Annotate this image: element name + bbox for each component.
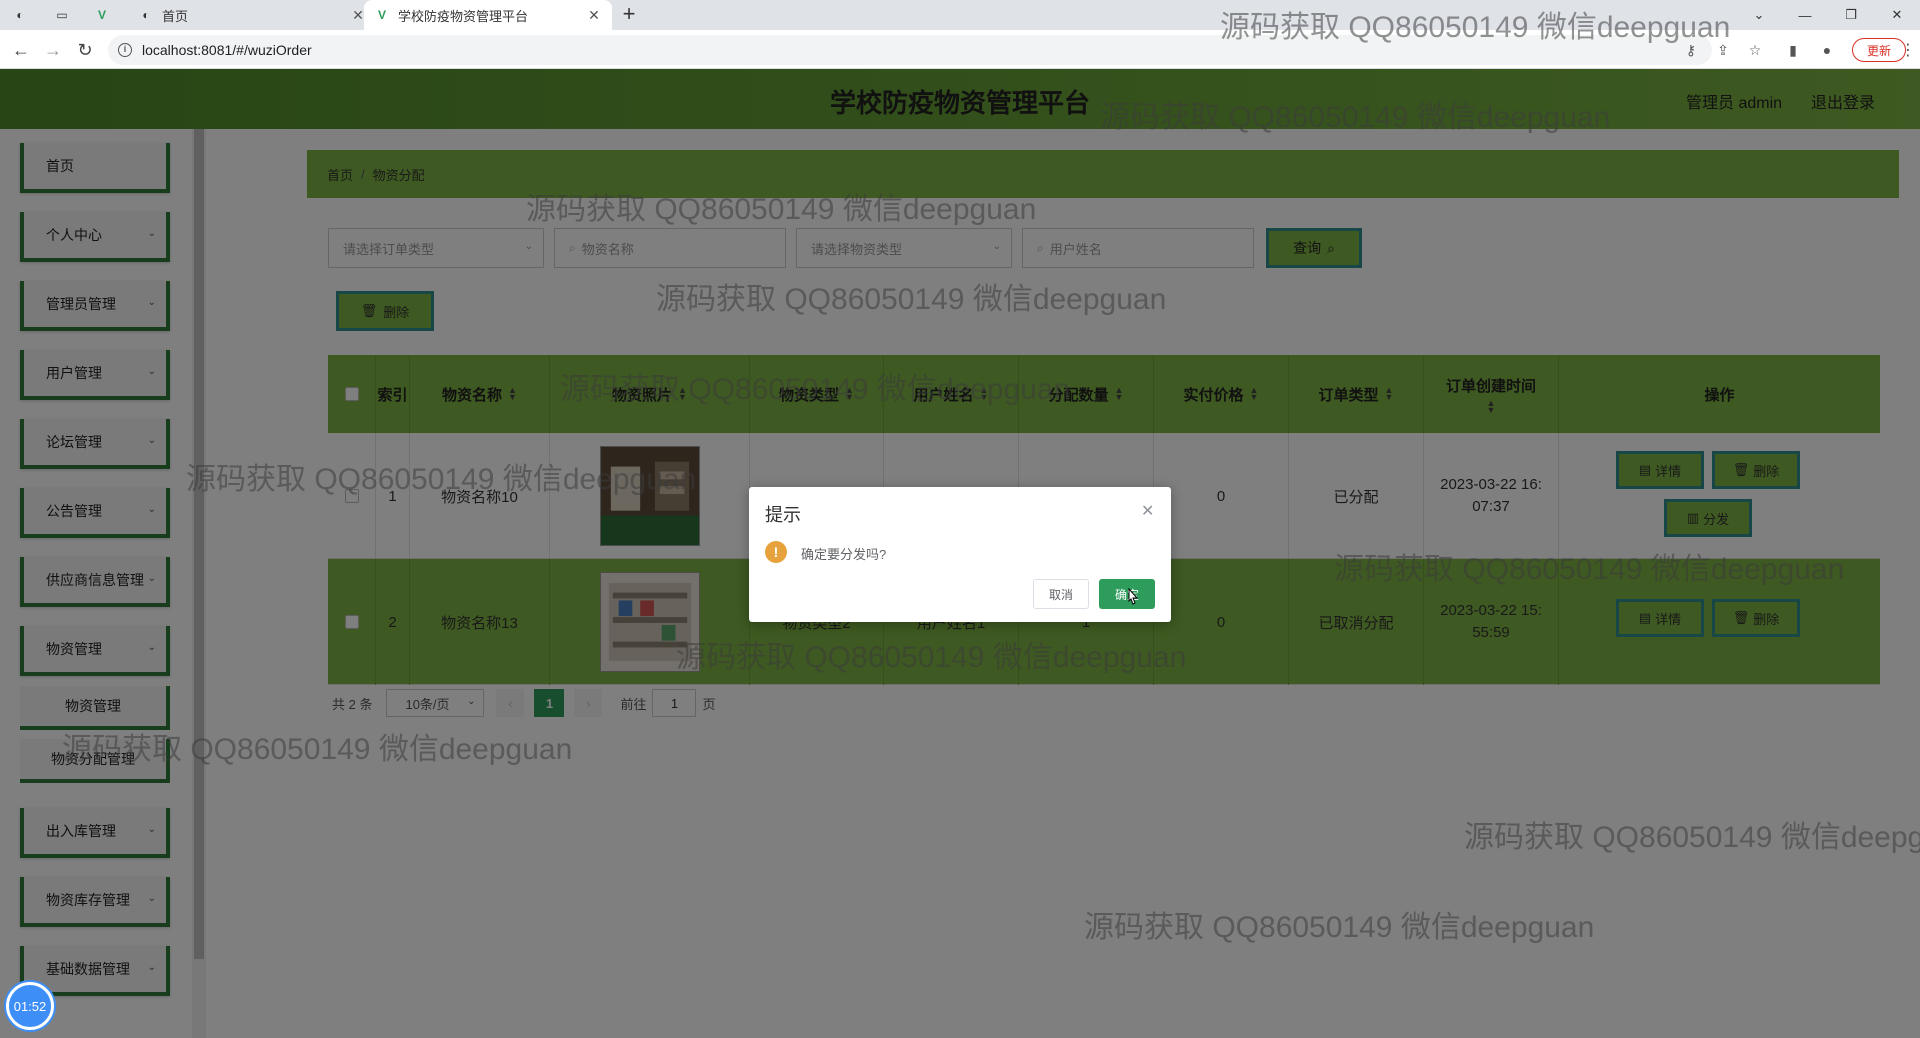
key-icon[interactable]: ⚷: [1682, 42, 1700, 59]
confirm-dialog: 提示 ✕ ! 确定要分发吗? 取消 确定: [749, 487, 1171, 622]
update-label: 更新: [1866, 43, 1891, 58]
url-field[interactable]: i localhost:8081/#/wuziOrder: [108, 35, 1712, 65]
profile-icon[interactable]: ●: [1818, 42, 1836, 58]
warning-icon: !: [765, 541, 787, 563]
tab-home[interactable]: ◐ 首页 ✕: [128, 0, 376, 30]
sidepanel-icon[interactable]: ▮: [1784, 42, 1802, 59]
pinned-tab-2[interactable]: ▭: [52, 0, 80, 30]
vue-icon: V: [97, 8, 106, 22]
tab-title: 首页: [162, 8, 189, 24]
dialog-title: 提示: [765, 505, 801, 525]
star-icon[interactable]: ☆: [1746, 42, 1764, 59]
page-icon: ▭: [56, 8, 68, 22]
info-icon[interactable]: i: [118, 43, 132, 57]
window-close-icon[interactable]: ✕: [1874, 0, 1920, 30]
recording-timer: 01:52: [6, 982, 54, 1030]
tab-title: 学校防疫物资管理平台: [398, 8, 529, 24]
forward-icon[interactable]: →: [40, 38, 66, 62]
restore-icon[interactable]: ❐: [1828, 0, 1874, 30]
update-button[interactable]: 更新: [1852, 38, 1906, 62]
url-text: localhost:8081/#/wuziOrder: [142, 42, 312, 58]
vue-icon: V: [377, 8, 386, 22]
cancel-button[interactable]: 取消: [1033, 579, 1089, 609]
minimize-icon[interactable]: —: [1782, 0, 1828, 30]
address-bar-row: ← → ↻ i localhost:8081/#/wuziOrder ⚷ ⇪ ☆…: [0, 30, 1920, 69]
close-icon[interactable]: ✕: [586, 7, 602, 24]
close-icon[interactable]: ✕: [1141, 501, 1154, 521]
menu-icon[interactable]: ⋮: [1900, 40, 1916, 60]
globe-icon: ◐: [142, 8, 150, 22]
globe-icon: ◐: [16, 8, 24, 22]
tab-search-icon[interactable]: ⌄: [1736, 0, 1782, 30]
dialog-message: 确定要分发吗?: [801, 547, 887, 562]
browser-tabbar: ◐ ▭ V ◐ 首页 ✕ V 学校防疫物资管理平台 ✕ + ⌄ — ❐ ✕: [0, 0, 1920, 30]
reload-icon[interactable]: ↻: [72, 38, 98, 62]
pinned-tab-1[interactable]: ◐: [10, 0, 38, 30]
back-icon[interactable]: ←: [8, 38, 34, 62]
mouse-cursor-icon: [1128, 588, 1139, 605]
new-tab-button[interactable]: +: [616, 3, 642, 27]
pinned-tab-3[interactable]: V: [92, 0, 120, 30]
tab-app[interactable]: V 学校防疫物资管理平台 ✕: [364, 0, 612, 30]
share-icon[interactable]: ⇪: [1714, 42, 1732, 59]
